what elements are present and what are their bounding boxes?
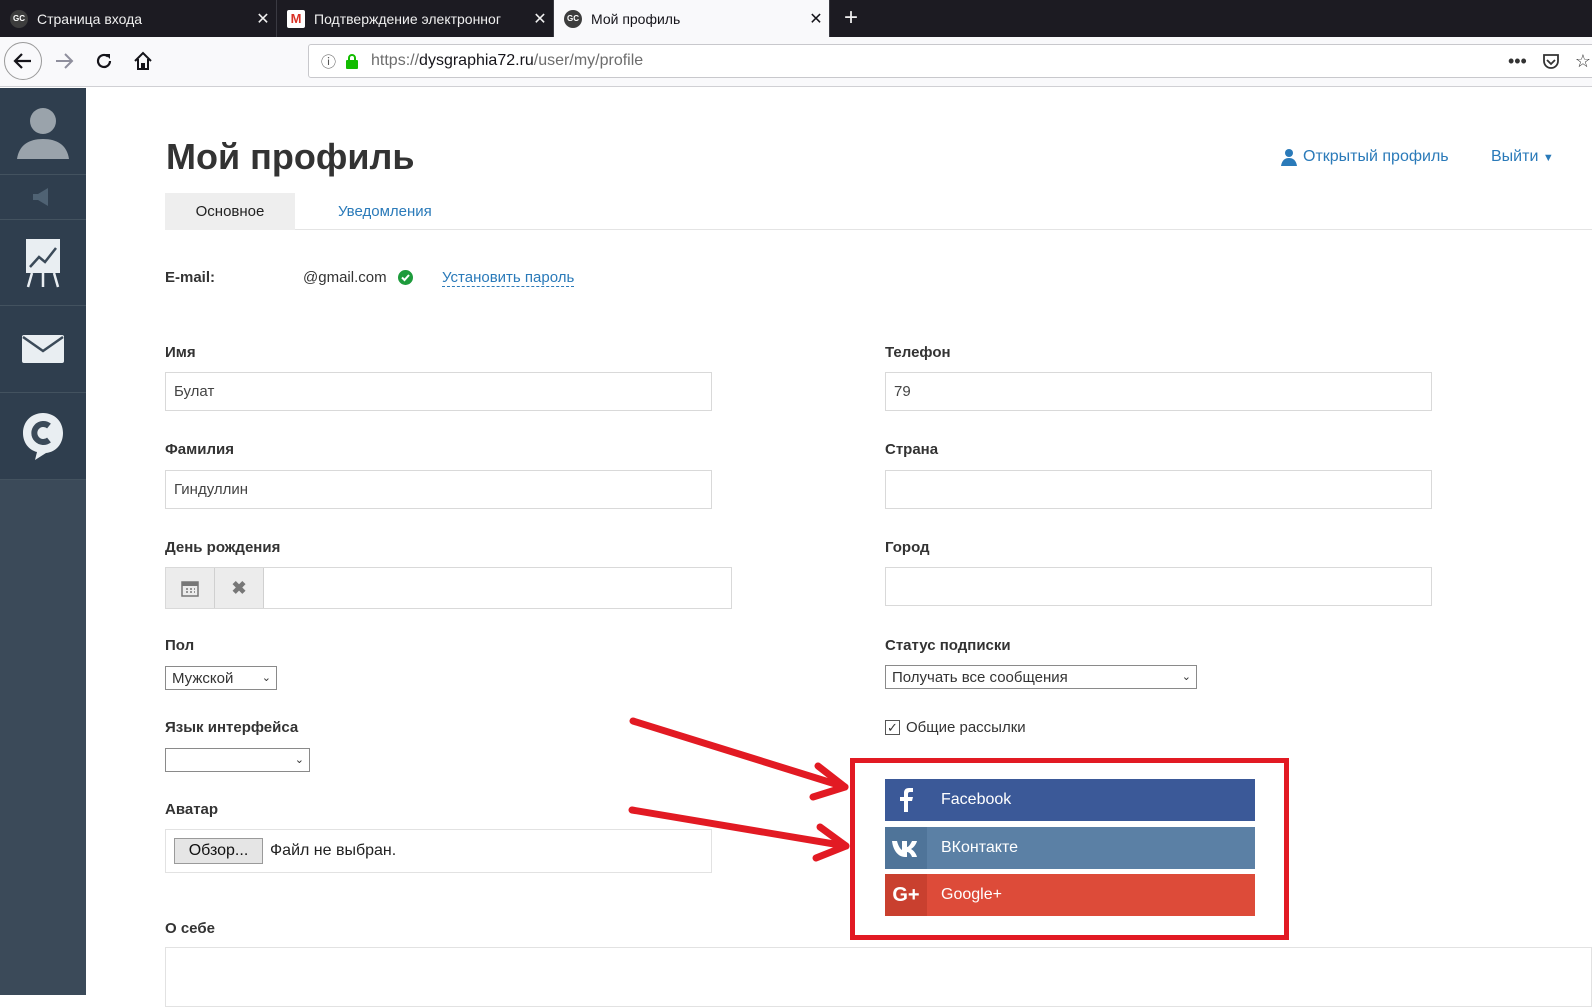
annotation-arrow-upper (629, 717, 849, 801)
annotation-arrow-lower (628, 806, 850, 862)
annotation-arrows (628, 717, 850, 862)
